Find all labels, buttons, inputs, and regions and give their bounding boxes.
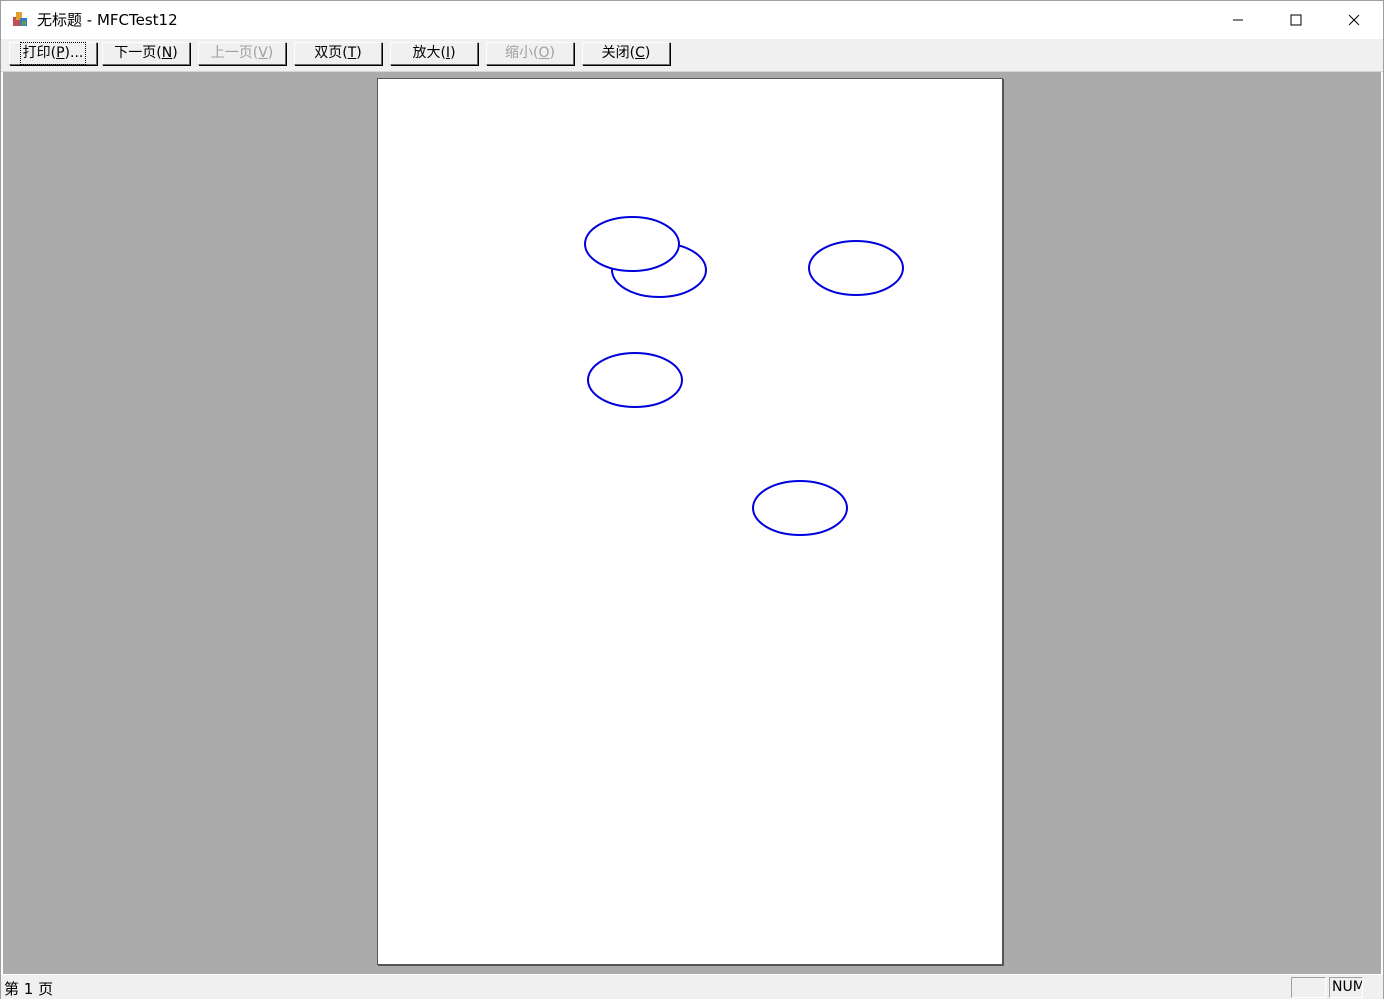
zoom-out-label: 缩小(O) [505,45,555,61]
minimize-button[interactable] [1209,1,1267,39]
two-page-button[interactable]: 双页(T) [294,42,382,65]
status-pane-num: NUM [1329,977,1363,998]
title-bar[interactable]: 无标题 - MFCTest12 [1,1,1383,39]
page-drawing [584,216,904,536]
preview-workspace[interactable] [3,72,1381,974]
mfc-app-icon[interactable] [11,10,29,28]
prev-page-label: 上一页(V) [210,45,274,61]
next-page-label: 下一页(N) [114,45,178,61]
close-preview-label: 关闭(C) [601,45,651,61]
zoom-in-button[interactable]: 放大(I) [390,42,478,65]
maximize-button[interactable] [1267,1,1325,39]
next-page-button[interactable]: 下一页(N) [102,42,190,65]
ellipse-shape [587,352,683,408]
status-page-indicator: 第 1 页 [4,980,54,998]
print-button[interactable]: 打印(P)... [9,42,97,65]
minimize-icon [1233,19,1243,21]
app-window: 无标题 - MFCTest12 打印(P)... 下一页(N) 上一页(V) 双页(T… [0,0,1384,999]
two-page-label: 双页(T) [314,45,362,61]
print-label: 打印(P)... [19,42,87,65]
close-preview-button[interactable]: 关闭(C) [582,42,670,65]
print-preview-toolbar: 打印(P)... 下一页(N) 上一页(V) 双页(T) 放大(I) 缩小(O) 关闭(C) [1,39,1383,72]
maximize-icon [1290,14,1302,26]
preview-page[interactable] [377,78,1003,965]
zoom-in-label: 放大(I) [412,45,456,61]
prev-page-button[interactable]: 上一页(V) [198,42,286,65]
ellipse-shape [584,216,680,272]
window-title: 无标题 - MFCTest12 [37,11,178,29]
ellipse-shape [752,480,848,536]
ellipse-shape [808,240,904,296]
status-pane-empty [1291,977,1326,998]
close-button[interactable] [1325,1,1383,39]
close-icon [1348,14,1360,26]
status-bar: 第 1 页 NUM [1,975,1383,999]
zoom-out-button[interactable]: 缩小(O) [486,42,574,65]
